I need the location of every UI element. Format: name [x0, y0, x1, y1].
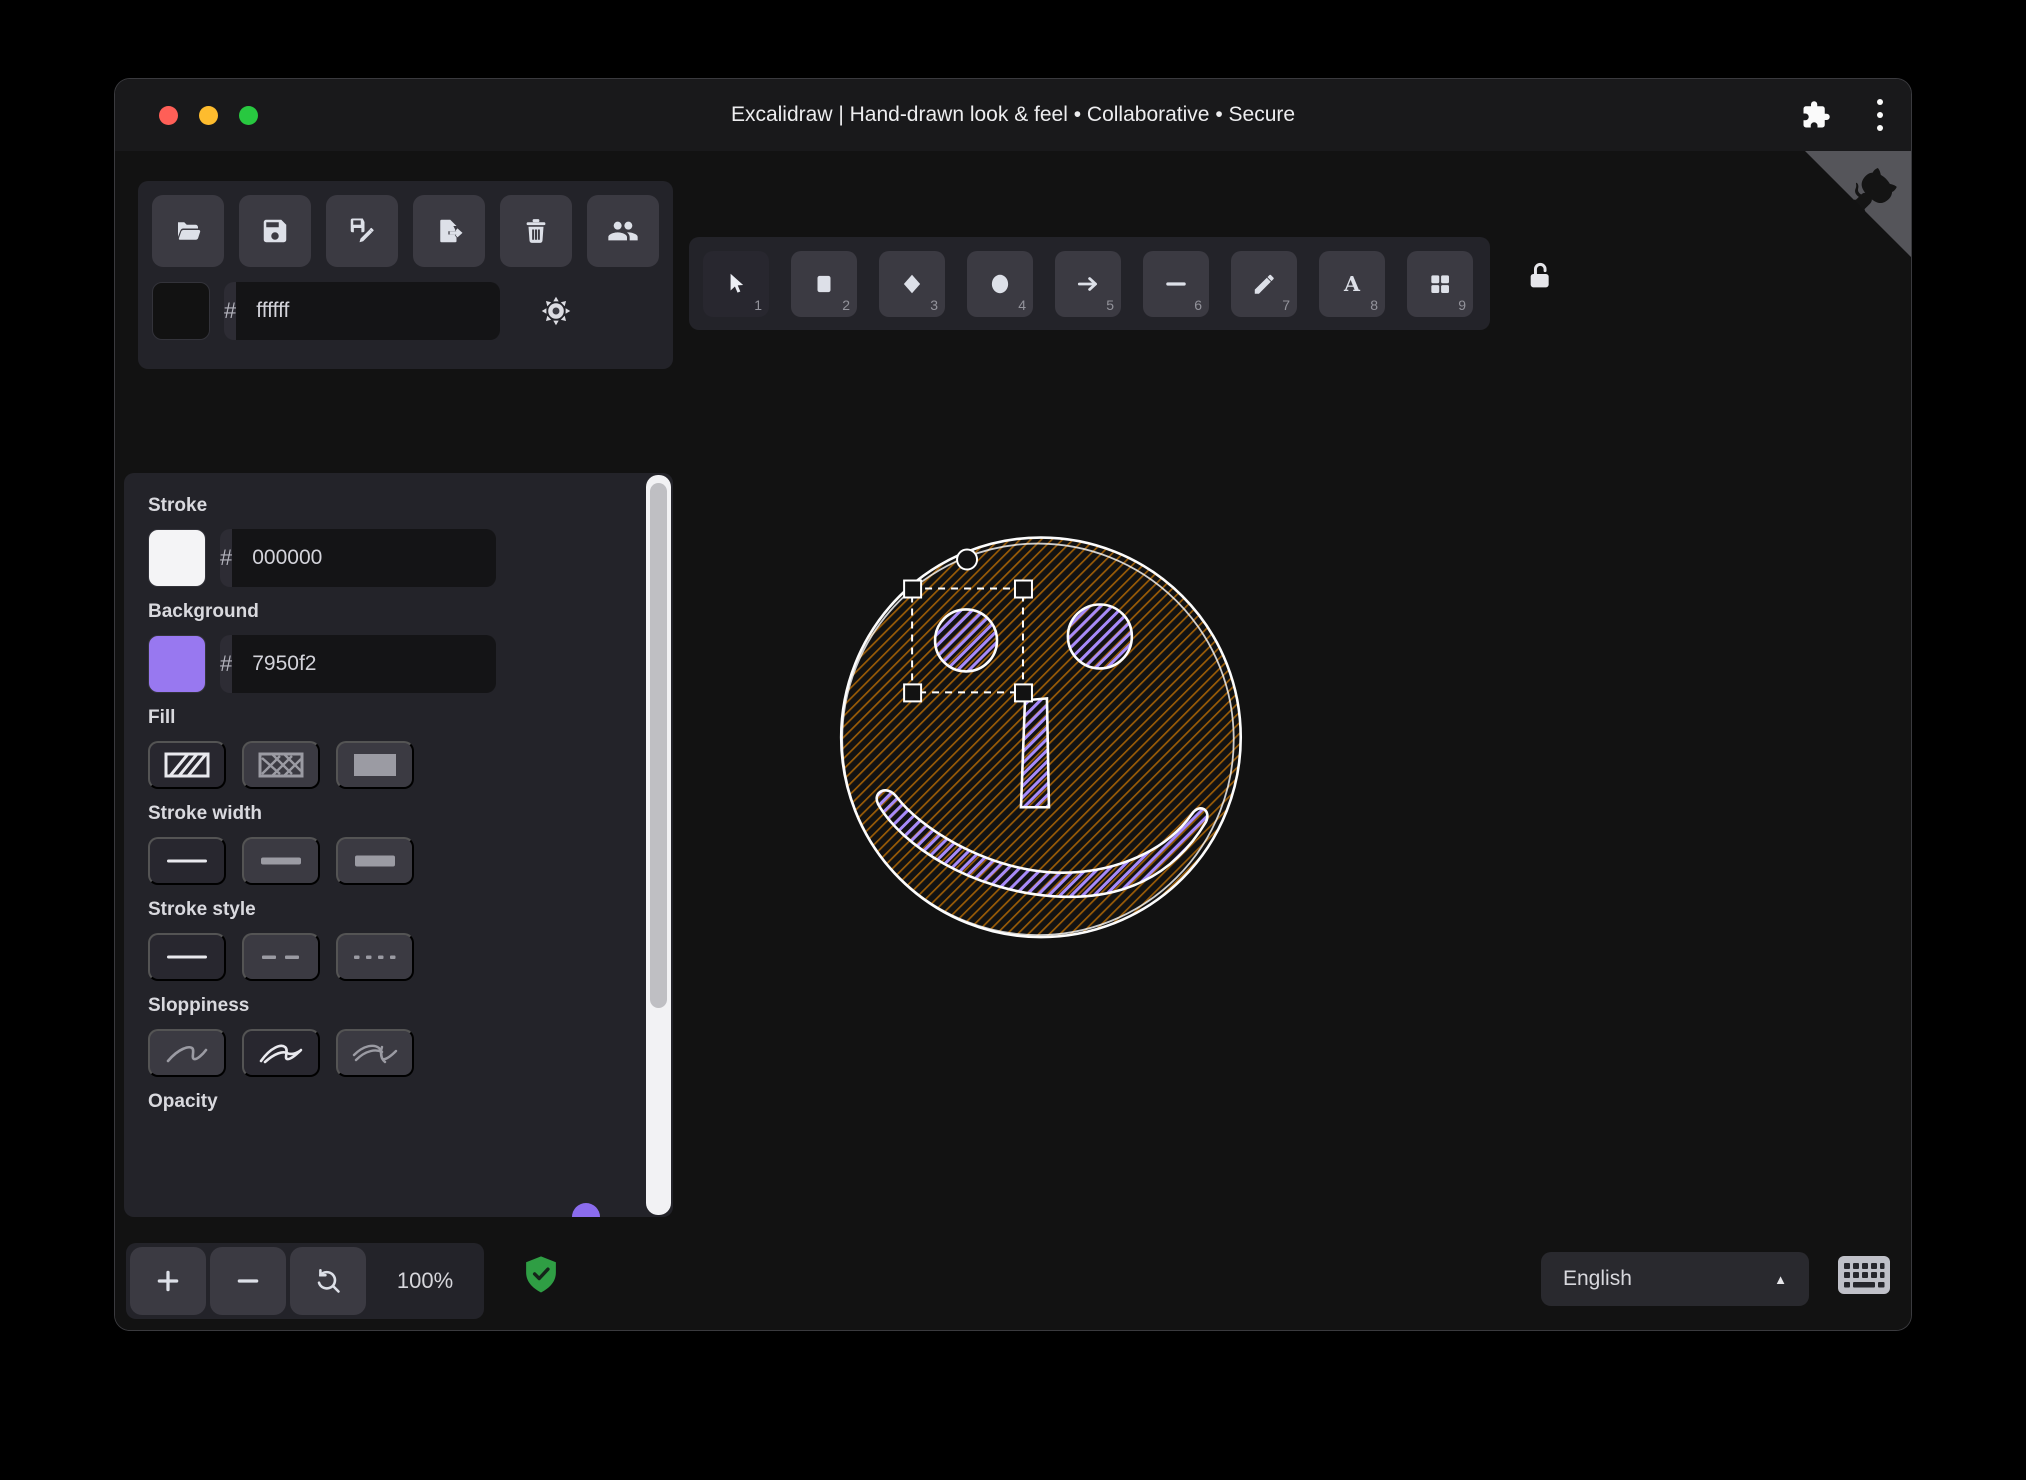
- hash-prefix: #: [224, 282, 237, 340]
- export-button[interactable]: [413, 195, 485, 267]
- tools-toolbar: 1 2 3 4 5 6 7 A 8 9: [689, 237, 1490, 330]
- file-panel: #: [138, 181, 673, 369]
- background-label: Background: [148, 601, 259, 622]
- window-title: Excalidraw | Hand-drawn look & feel • Co…: [730, 103, 1296, 126]
- fill-label: Fill: [148, 707, 176, 728]
- sloppiness-artist-button[interactable]: [242, 1029, 320, 1077]
- stroke-style-label: Stroke style: [148, 899, 256, 920]
- hash-prefix: #: [220, 529, 233, 587]
- tool-selection[interactable]: 1: [703, 251, 769, 317]
- unlocked-padlock-icon[interactable]: [1517, 253, 1563, 299]
- resize-handle-se: [1013, 683, 1033, 703]
- canvas-background-swatch[interactable]: [152, 282, 210, 340]
- background-hex-field: #: [220, 635, 496, 693]
- keyboard-icon[interactable]: [1837, 1255, 1891, 1300]
- canvas-background-input[interactable]: [236, 282, 500, 340]
- stroke-width-label: Stroke width: [148, 803, 263, 824]
- stroke-style-dotted-button[interactable]: [336, 933, 414, 981]
- tool-line[interactable]: 6: [1143, 251, 1209, 317]
- tool-rectangle[interactable]: 2: [791, 251, 857, 317]
- stroke-hex-field: #: [220, 529, 496, 587]
- fill-hachure-button[interactable]: [148, 741, 226, 789]
- opacity-label: Opacity: [148, 1091, 218, 1112]
- hash-prefix: #: [220, 635, 233, 693]
- opacity-slider-thumb[interactable]: [572, 1203, 600, 1217]
- fill-cross-hatch-button[interactable]: [242, 741, 320, 789]
- kebab-menu-icon[interactable]: [1875, 96, 1885, 134]
- stroke-width-extra-bold-button[interactable]: [336, 837, 414, 885]
- open-file-button[interactable]: [152, 195, 224, 267]
- rotate-handle: [956, 548, 979, 571]
- sloppiness-label: Sloppiness: [148, 995, 250, 1016]
- fill-solid-button[interactable]: [336, 741, 414, 789]
- reset-canvas-button[interactable]: [500, 195, 572, 267]
- stroke-width-thin-button[interactable]: [148, 837, 226, 885]
- panel-scrollbar[interactable]: [646, 475, 671, 1215]
- zoom-in-button[interactable]: [130, 1247, 206, 1315]
- github-corner-link[interactable]: [1805, 151, 1911, 257]
- zoom-out-button[interactable]: [210, 1247, 286, 1315]
- svg-text:A: A: [1343, 272, 1361, 296]
- tool-ellipse[interactable]: 4: [967, 251, 1033, 317]
- save-button[interactable]: [239, 195, 311, 267]
- stroke-color-input[interactable]: [232, 529, 496, 587]
- tool-diamond[interactable]: 3: [879, 251, 945, 317]
- save-as-button[interactable]: [326, 195, 398, 267]
- tool-text[interactable]: A 8: [1319, 251, 1385, 317]
- canvas-area[interactable]: # Stroke # Background: [115, 151, 1911, 1330]
- canvas-background-hex-field: #: [224, 282, 500, 340]
- tool-arrow[interactable]: 5: [1055, 251, 1121, 317]
- chevron-up-icon: ▲: [1774, 1271, 1787, 1287]
- tool-draw[interactable]: 7: [1231, 251, 1297, 317]
- zoom-level[interactable]: 100%: [370, 1268, 480, 1294]
- left-eye-ellipse[interactable]: [933, 608, 999, 673]
- language-select[interactable]: English ▲: [1541, 1252, 1809, 1306]
- language-value: English: [1563, 1267, 1632, 1290]
- resize-handle-sw: [903, 683, 923, 703]
- resize-handle-nw: [903, 579, 923, 599]
- reset-zoom-button[interactable]: [290, 1247, 366, 1315]
- sloppiness-architect-button[interactable]: [148, 1029, 226, 1077]
- resize-handle-ne: [1013, 579, 1033, 599]
- sloppiness-cartoonist-button[interactable]: [336, 1029, 414, 1077]
- titlebar: Excalidraw | Hand-drawn look & feel • Co…: [115, 79, 1911, 151]
- app-window: Excalidraw | Hand-drawn look & feel • Co…: [114, 78, 1912, 1331]
- nose-rectangle[interactable]: [1019, 696, 1051, 809]
- tool-shapes[interactable]: 9: [1407, 251, 1473, 317]
- background-color-input[interactable]: [232, 635, 496, 693]
- panel-scrollbar-thumb[interactable]: [650, 483, 667, 1009]
- green-shield-check-icon: [524, 1255, 558, 1300]
- right-eye-ellipse[interactable]: [1066, 603, 1134, 670]
- puzzle-extension-icon[interactable]: [1801, 100, 1831, 130]
- sun-icon[interactable]: [538, 293, 574, 329]
- zoom-bar: 100%: [126, 1243, 484, 1319]
- stroke-width-bold-button[interactable]: [242, 837, 320, 885]
- properties-panel: Stroke # Background # Fill: [124, 473, 673, 1217]
- stroke-style-dashed-button[interactable]: [242, 933, 320, 981]
- stroke-color-swatch[interactable]: [148, 529, 206, 587]
- collaborators-button[interactable]: [587, 195, 659, 267]
- background-color-swatch[interactable]: [148, 635, 206, 693]
- stroke-style-solid-button[interactable]: [148, 933, 226, 981]
- stroke-label: Stroke: [148, 495, 208, 516]
